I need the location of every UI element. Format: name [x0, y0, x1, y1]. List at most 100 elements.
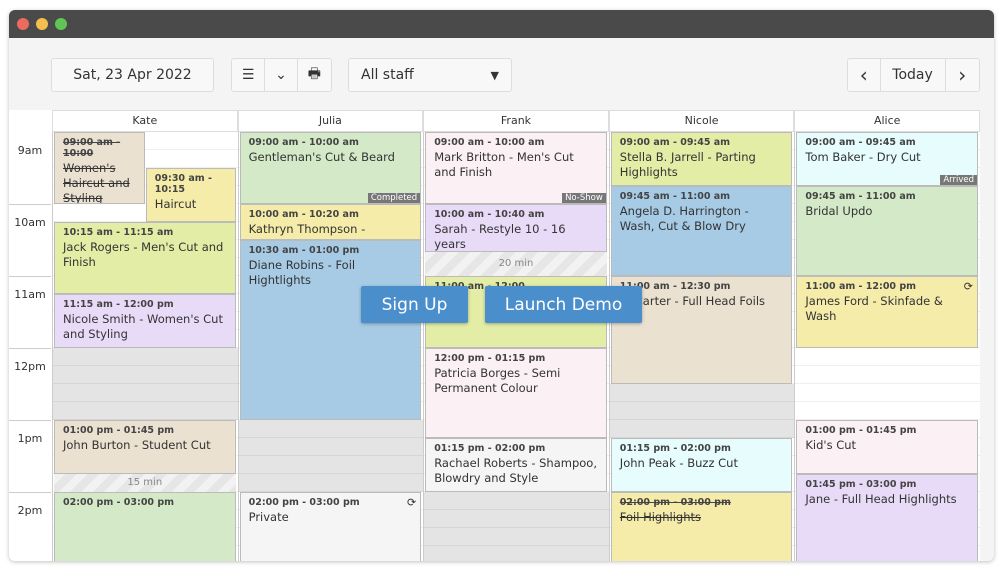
- appointment-title: Gentleman's Cut & Beard: [248, 150, 395, 164]
- appointment[interactable]: 09:00 am - 09:45 am Stella B. Jarrell - P…: [610, 132, 793, 186]
- double-chevron-down-icon[interactable]: ⌄: [265, 59, 298, 91]
- appointment-time: 09:30 am - 10:15: [154, 173, 212, 195]
- unavailable-block: [424, 492, 609, 561]
- today-button[interactable]: Today: [881, 59, 946, 91]
- appointment[interactable]: 11:15 am - 12:00 pm Nicole Smith - Women'…: [54, 294, 236, 348]
- appointment-title: Women's Haircut and Styling: [63, 161, 130, 204]
- appointment-time: 09:00 am - 10:00 am: [248, 137, 359, 148]
- appointment-title: Patricia Borges - Semi Permanent Colour: [434, 366, 561, 395]
- next-day-button[interactable]: ›: [946, 59, 979, 91]
- appointment-time: 02:00 pm - 03:00 pm: [619, 497, 731, 508]
- appointment-title: Haircut: [154, 197, 197, 211]
- minimize-window-button[interactable]: [36, 18, 48, 30]
- staff-header-nicole: Nicole: [608, 110, 795, 132]
- appointment[interactable]: 10:15 am - 11:15 am Jack Rogers - Men's C…: [54, 222, 236, 294]
- appointment-title: Private: [248, 510, 289, 524]
- sign-up-button[interactable]: Sign Up: [361, 286, 468, 323]
- appointment-time: 12:00 pm - 01:15 pm: [434, 353, 546, 364]
- appointment-title: John Peak - Buzz Cut: [619, 456, 738, 470]
- sliders-icon[interactable]: ☰: [232, 59, 266, 91]
- appointment-time: 09:45 am - 11:00 am: [619, 191, 731, 202]
- appointment[interactable]: 02:00 pm - 03:00 pm Foil Highlights: [610, 492, 793, 561]
- staff-header-julia: Julia: [237, 110, 424, 132]
- appointment-title: Mark Britton - Men's Cut and Finish: [434, 150, 574, 179]
- appointment[interactable]: 02:00 pm - 03:00 pm: [54, 492, 236, 561]
- appointment-title: Foil Highlights: [619, 510, 701, 524]
- unavailable-block: [609, 384, 795, 438]
- appointment-time: 10:30 am - 01:00 pm: [248, 245, 360, 256]
- appointment[interactable]: 09:30 am - 10:15 Haircut: [145, 168, 236, 222]
- appointment-time: 09:00 am - 10:00: [63, 137, 121, 159]
- staff-header-frank: Frank: [423, 110, 609, 132]
- appointment-title: John Burton - Student Cut: [63, 438, 211, 452]
- appointment[interactable]: 01:45 pm - 03:00 pm Jane - Full Head High…: [796, 474, 978, 561]
- appointment[interactable]: 09:45 am - 11:00 am Angela D. Harrington …: [610, 186, 793, 276]
- appointment-title: Diane Robins - Foil Hightlights: [248, 258, 356, 287]
- appointment[interactable]: 10:00 am - 10:20 am Kathryn Thompson -: [239, 204, 422, 240]
- appointment[interactable]: 12:00 pm - 01:15 pm Patricia Borges - Sem…: [425, 348, 607, 438]
- appointment-title: Kathryn Thompson -: [248, 222, 366, 236]
- hour-divider: [9, 204, 51, 205]
- hour-label: 2pm: [17, 504, 43, 517]
- appointment[interactable]: 09:45 am - 11:00 am Bridal Updo: [796, 186, 978, 276]
- appointment-title: Sarah - Restyle 10 - 16 years: [434, 222, 566, 251]
- recurring-icon: ⟳: [963, 280, 973, 293]
- appointment[interactable]: 01:15 pm - 02:00 pm Rachael Roberts - Sha…: [425, 438, 607, 492]
- appointment[interactable]: 09:00 am - 09:45 am Tom Baker - Dry Cut Ar…: [796, 132, 978, 186]
- prev-day-button[interactable]: ‹: [848, 59, 881, 91]
- unavailable-block: [53, 348, 238, 420]
- appointment-time: 01:00 pm - 01:45 pm: [805, 425, 917, 436]
- appointment[interactable]: 09:00 am - 10:00 am Gentleman's Cut & Bea…: [239, 132, 422, 204]
- hour-divider: [9, 492, 51, 493]
- appointment-time: 02:00 pm - 03:00 pm: [248, 497, 360, 508]
- recurring-icon: ⟳: [406, 496, 417, 509]
- appointment-time: 09:00 am - 09:45 am: [805, 137, 916, 148]
- launch-demo-button[interactable]: Launch Demo: [485, 286, 642, 323]
- hour-label: 11am: [14, 288, 46, 301]
- appointment[interactable]: 01:00 pm - 01:45 pm Kid's Cut: [796, 420, 978, 474]
- printer-icon[interactable]: 🖶: [298, 59, 331, 91]
- appointment-time: 09:00 am - 09:45 am: [619, 137, 731, 148]
- hour-label: 9am: [17, 144, 43, 157]
- appointment-title: Nicole Smith - Women's Cut and Styling: [63, 312, 223, 341]
- appointment[interactable]: 09:00 am - 10:00 Women's Haircut and Styl…: [54, 132, 145, 204]
- staff-header-alice: Alice: [794, 110, 980, 132]
- staff-select[interactable]: All staff ▼: [348, 58, 512, 92]
- hour-label: 1pm: [17, 432, 43, 445]
- appointment[interactable]: 01:15 pm - 02:00 pm John Peak - Buzz Cut: [610, 438, 793, 492]
- appointment-time: 09:00 am - 10:00 am: [434, 137, 545, 148]
- appointment-title: Kid's Cut: [805, 438, 857, 452]
- hour-divider: [9, 348, 51, 349]
- appointment[interactable]: 10:00 am - 10:40 am Sarah - Restyle 10 - …: [425, 204, 607, 252]
- appointment-time: 10:15 am - 11:15 am: [63, 227, 174, 238]
- appointment-title: James Ford - Skinfade & Wash: [805, 294, 943, 323]
- appointment-title: Bridal Updo: [805, 204, 873, 218]
- appointment[interactable]: 10:30 am - 01:00 pm Diane Robins - Foil H…: [239, 240, 422, 420]
- appointment[interactable]: 09:00 am - 10:00 am Mark Britton - Men's …: [425, 132, 607, 204]
- maximize-window-button[interactable]: [55, 18, 67, 30]
- staff-header-kate: Kate: [52, 110, 238, 132]
- gap-indicator: 20 min: [425, 252, 607, 276]
- appointment-time: 01:15 pm - 02:00 pm: [434, 443, 546, 454]
- hour-divider: [9, 276, 51, 277]
- appointment-title: Angela D. Harrington - Wash, Cut & Blow …: [619, 204, 749, 233]
- appointment-title: Stella B. Jarrell - Parting Highlights: [619, 150, 756, 179]
- close-window-button[interactable]: [17, 18, 29, 30]
- date-label: Sat, 23 Apr 2022: [73, 67, 192, 83]
- gap-indicator: 15 min: [54, 474, 236, 492]
- appointment[interactable]: 11:00 am - 12:00 pm James Ford - Skinfade…: [796, 276, 978, 348]
- appointment-time: 11:00 am - 12:30 pm: [619, 281, 731, 292]
- hour-label: 12pm: [14, 360, 46, 373]
- appointment-time: 10:00 am - 10:20 am: [248, 209, 359, 220]
- hour-label: 10am: [14, 216, 46, 229]
- chevron-down-icon: ▼: [490, 68, 499, 82]
- status-badge: No-Show: [562, 193, 606, 203]
- appointment[interactable]: 02:00 pm - 03:00 pm Private ⟳: [239, 492, 422, 561]
- staff-select-value: All staff: [361, 67, 414, 83]
- appointment[interactable]: 01:00 pm - 01:45 pm John Burton - Student…: [54, 420, 236, 474]
- appointment-time: 11:15 am - 12:00 pm: [63, 299, 174, 310]
- appointment-title: Jack Rogers - Men's Cut and Finish: [63, 240, 224, 269]
- date-picker-button[interactable]: Sat, 23 Apr 2022: [51, 58, 214, 92]
- hour-divider: [9, 420, 51, 421]
- appointment-title: A. Carter - Full Head Foils: [619, 294, 766, 308]
